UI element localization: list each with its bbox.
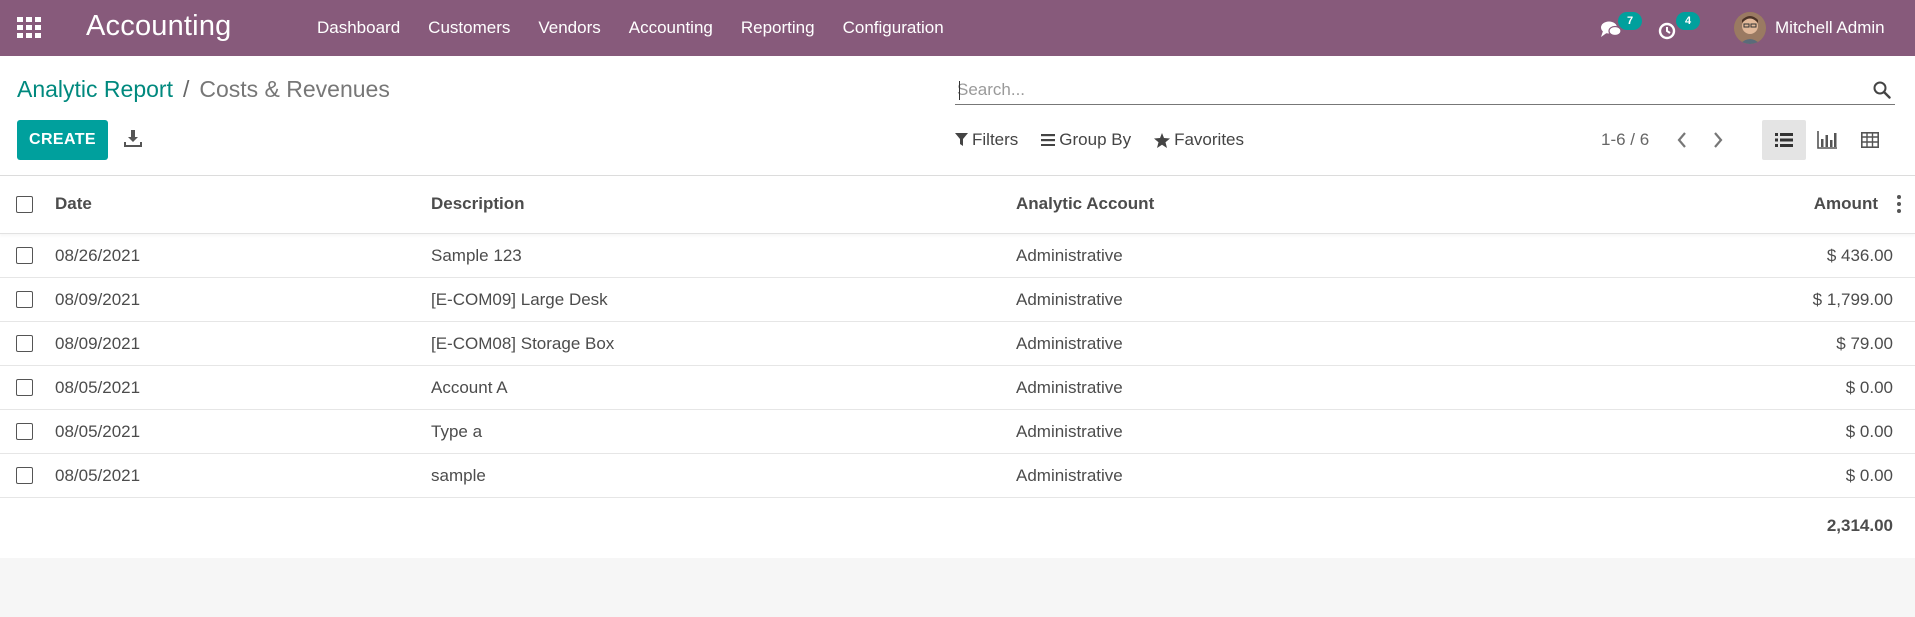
row-checkbox[interactable] [16, 379, 33, 396]
messages-count-badge: 7 [1618, 12, 1642, 30]
avatar [1734, 12, 1766, 44]
bar-chart-icon [1817, 131, 1837, 149]
search-input[interactable] [955, 76, 1859, 103]
main-menu: Dashboard Customers Vendors Accounting R… [317, 0, 958, 56]
cell-amount: $ 1,799.00 [1812, 290, 1893, 309]
table-row[interactable]: 08/05/2021 Account A Administrative $ 0.… [0, 366, 1915, 410]
table-row[interactable]: 08/09/2021 [E-COM09] Large Desk Administ… [0, 278, 1915, 322]
column-header-description[interactable]: Description [431, 194, 525, 214]
favorites-button[interactable]: Favorites [1154, 130, 1244, 150]
table-row[interactable]: 08/05/2021 Type a Administrative $ 0.00 [0, 410, 1915, 454]
column-header-amount[interactable]: Amount [1814, 194, 1878, 214]
table-header: Date Description Analytic Account Amount [0, 175, 1915, 234]
cell-date: 08/09/2021 [55, 290, 141, 309]
search-options: Filters Group By Favorites [955, 130, 1267, 150]
apps-grid-icon[interactable] [17, 17, 41, 38]
list-icon [1775, 133, 1793, 147]
filter-icon [955, 133, 968, 146]
row-checkbox[interactable] [16, 467, 33, 484]
menu-item-customers[interactable]: Customers [414, 0, 524, 56]
activities-button[interactable]: 4 [1658, 12, 1700, 41]
cell-amount: $ 0.00 [1845, 422, 1893, 441]
cell-analytic-account: Administrative [1016, 246, 1123, 265]
analytic-lines-table: Date Description Analytic Account Amount… [0, 175, 1915, 550]
column-header-date[interactable]: Date [55, 194, 92, 214]
cell-description: [E-COM09] Large Desk [431, 290, 608, 309]
group-by-label: Group By [1059, 130, 1132, 149]
table-row[interactable]: 08/26/2021 Sample 123 Administrative $ 4… [0, 234, 1915, 278]
cell-description: Type a [431, 422, 483, 441]
star-icon [1154, 132, 1171, 148]
cell-analytic-account: Administrative [1016, 334, 1123, 353]
cell-analytic-account: Administrative [1016, 290, 1123, 309]
cell-date: 08/09/2021 [55, 334, 141, 353]
cell-date: 08/05/2021 [55, 378, 141, 397]
graph-view-button[interactable] [1812, 126, 1842, 154]
menu-item-dashboard[interactable]: Dashboard [317, 0, 414, 56]
main-content: Analytic Report / Costs & Revenues CREAT… [0, 56, 1915, 558]
breadcrumb-current: Costs & Revenues [199, 76, 390, 102]
app-title[interactable]: Accounting [86, 10, 232, 43]
text-cursor [959, 81, 960, 100]
cell-amount: $ 0.00 [1845, 378, 1893, 397]
row-checkbox[interactable] [16, 247, 33, 264]
chevron-right-icon[interactable] [1710, 129, 1726, 151]
bars-icon [1041, 134, 1056, 146]
cell-description: sample [431, 466, 486, 485]
row-checkbox[interactable] [16, 291, 33, 308]
cell-analytic-account: Administrative [1016, 422, 1123, 441]
cell-description: [E-COM08] Storage Box [431, 334, 615, 353]
table-row[interactable]: 08/09/2021 [E-COM08] Storage Box Adminis… [0, 322, 1915, 366]
cell-description: Sample 123 [431, 246, 522, 265]
row-checkbox[interactable] [16, 335, 33, 352]
clock-icon [1658, 22, 1676, 40]
user-name: Mitchell Admin [1775, 18, 1885, 37]
table-row[interactable]: 08/05/2021 sample Administrative $ 0.00 [0, 454, 1915, 498]
pager-value[interactable]: 1-6 / 6 [1601, 130, 1649, 150]
messages-button[interactable]: 7 [1600, 12, 1642, 41]
create-button[interactable]: CREATE [17, 120, 108, 160]
cell-date: 08/26/2021 [55, 246, 141, 265]
cell-analytic-account: Administrative [1016, 466, 1123, 485]
cell-analytic-account: Administrative [1016, 378, 1123, 397]
search-icon[interactable] [1873, 81, 1891, 99]
menu-item-accounting[interactable]: Accounting [615, 0, 727, 56]
amount-total: 2,314.00 [1826, 516, 1893, 535]
list-view-button[interactable] [1762, 120, 1806, 160]
cell-amount: $ 436.00 [1826, 246, 1893, 265]
breadcrumb-parent-link[interactable]: Analytic Report [17, 76, 173, 103]
breadcrumb: Analytic Report / Costs & Revenues [17, 76, 390, 103]
table-footer: 2,314.00 [0, 498, 1915, 550]
cell-amount: $ 0.00 [1845, 466, 1893, 485]
cell-amount: $ 79.00 [1836, 334, 1893, 353]
activities-count-badge: 4 [1676, 12, 1700, 30]
chevron-left-icon[interactable] [1674, 129, 1690, 151]
favorites-label: Favorites [1174, 130, 1245, 149]
top-navbar: Accounting Dashboard Customers Vendors A… [0, 0, 1915, 56]
breadcrumb-separator: / [182, 76, 190, 102]
row-checkbox[interactable] [16, 423, 33, 440]
download-icon[interactable] [124, 128, 142, 148]
filters-button[interactable]: Filters [955, 130, 1018, 150]
select-all-checkbox[interactable] [16, 196, 33, 213]
filters-label: Filters [972, 130, 1019, 149]
menu-item-reporting[interactable]: Reporting [727, 0, 829, 56]
menu-item-vendors[interactable]: Vendors [524, 0, 614, 56]
menu-item-configuration[interactable]: Configuration [829, 0, 958, 56]
search-bar [955, 76, 1895, 105]
cell-date: 08/05/2021 [55, 422, 141, 441]
column-header-analytic-account[interactable]: Analytic Account [1016, 194, 1154, 214]
cell-description: Account A [431, 378, 508, 397]
user-menu[interactable]: Mitchell Admin [1734, 9, 1885, 47]
table-icon [1861, 132, 1879, 148]
optional-columns-icon[interactable] [1896, 195, 1902, 213]
pivot-view-button[interactable] [1855, 126, 1885, 154]
cell-date: 08/05/2021 [55, 466, 141, 485]
group-by-button[interactable]: Group By [1041, 130, 1131, 150]
